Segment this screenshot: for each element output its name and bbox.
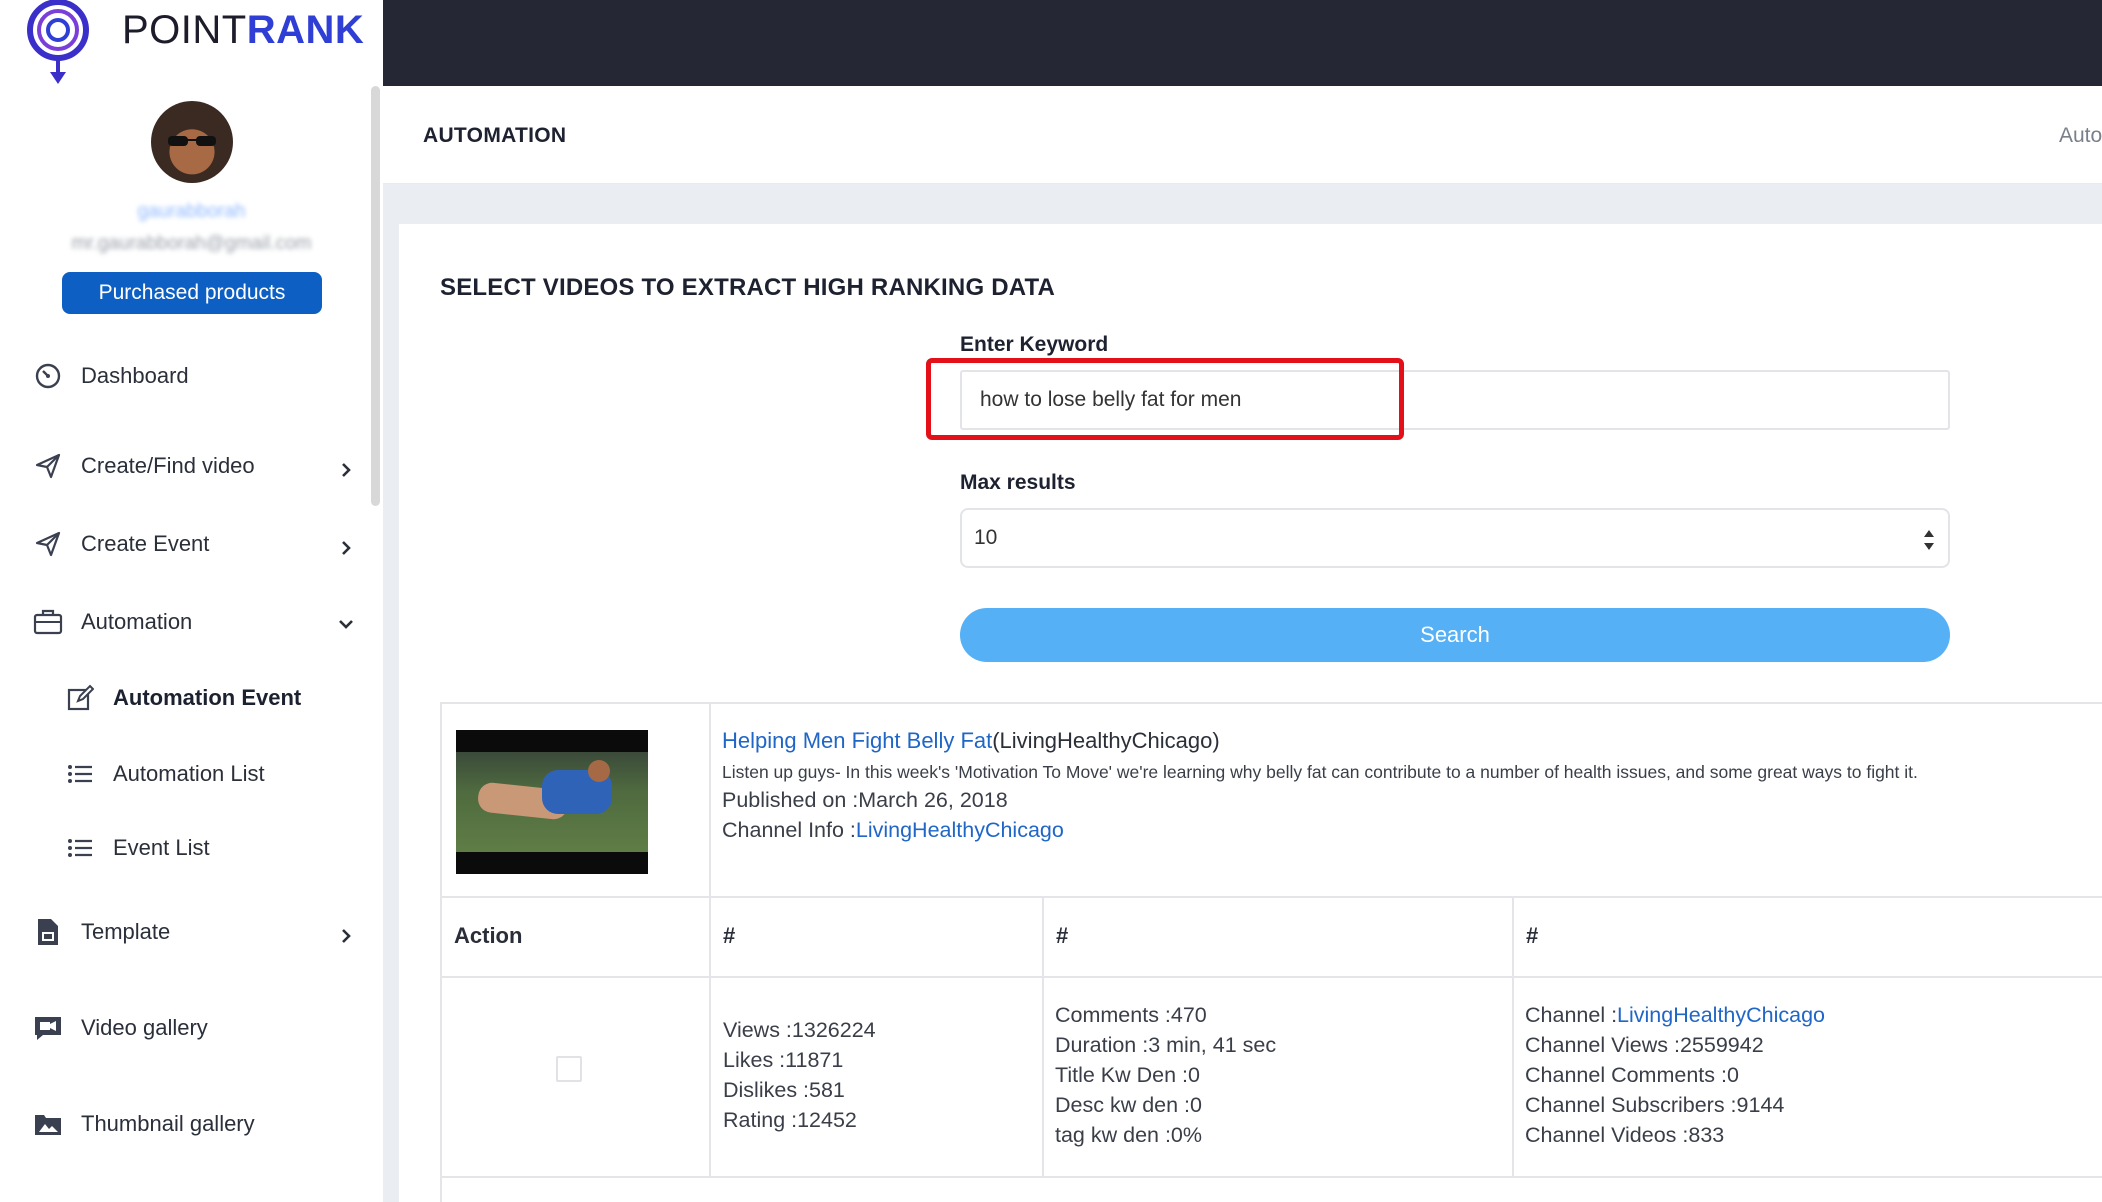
sidebar-item-label: Video gallery — [81, 1015, 208, 1040]
sidebar-item-label: Thumbnail gallery — [81, 1111, 255, 1136]
file-icon — [33, 917, 63, 947]
stat-duration: Duration :3 min, 41 sec — [1055, 1033, 1277, 1057]
keyword-label: Enter Keyword — [960, 333, 1109, 356]
section-title: SELECT VIDEOS TO EXTRACT HIGH RANKING DA… — [440, 274, 1056, 301]
sidebar-item-thumbnail-gallery[interactable]: Thumbnail gallery — [0, 1100, 370, 1148]
stat-channel-comments: Channel Comments :0 — [1525, 1063, 1739, 1087]
video-description: Listen up guys- In this week's 'Motivati… — [722, 762, 1918, 782]
sidebar-item-label: Automation Event — [113, 685, 302, 710]
table-header: # — [1514, 898, 2102, 978]
thumbnail-cell — [442, 704, 711, 898]
video-stats: Views :1326224 Likes :11871 Dislikes :58… — [723, 1015, 876, 1135]
send-icon — [33, 451, 63, 481]
sidebar-item-label: Create Event — [81, 531, 210, 556]
video-title: Helping Men Fight Belly Fat(LivingHealth… — [722, 728, 1220, 754]
stat-channel-videos: Channel Videos :833 — [1525, 1123, 1725, 1147]
send-icon — [33, 529, 63, 559]
sidebar-item-automation[interactable]: Automation — [0, 598, 370, 646]
table-header-action: Action — [442, 898, 711, 978]
sidebar: POINTRANK gaurabborah mr.gaurabborah@gma… — [0, 0, 383, 1202]
video-thumbnail[interactable] — [456, 730, 648, 874]
sidebar-item-label: Dashboard — [81, 363, 189, 388]
sidebar-item-dashboard[interactable]: Dashboard — [0, 352, 370, 400]
avatar[interactable] — [151, 101, 233, 183]
dashboard-icon — [33, 361, 63, 391]
table-header: # — [711, 898, 1044, 978]
pointrank-logo-icon — [24, 0, 90, 86]
list-icon — [65, 833, 95, 863]
channel-stats: Channel :LivingHealthyChicago Channel Vi… — [1525, 1000, 1825, 1150]
purchased-products-button[interactable]: Purchased products — [62, 272, 322, 314]
sidebar-item-event-list[interactable]: Event List — [0, 824, 370, 872]
video-icon — [33, 1013, 63, 1043]
sidebar-item-video-gallery[interactable]: Video gallery — [0, 1004, 370, 1052]
video-title-channel: (LivingHealthyChicago) — [992, 728, 1220, 753]
sidebar-item-label: Automation — [81, 609, 193, 634]
chevron-right-icon — [336, 926, 356, 946]
list-icon — [65, 759, 95, 789]
sidebar-item-label: Event List — [113, 835, 210, 860]
select-video-checkbox[interactable] — [556, 1056, 582, 1082]
select-arrows-icon — [1924, 530, 1934, 550]
stat-channel: Channel :LivingHealthyChicago — [1525, 1000, 1825, 1030]
channel-link[interactable]: LivingHealthyChicago — [1617, 1003, 1825, 1027]
user-email: mr.gaurabborah@gmail.com — [71, 233, 312, 254]
stat-views: Views :1326224 — [723, 1018, 876, 1042]
sidebar-item-label: Template — [81, 919, 171, 944]
channel-label: Channel : — [1525, 1003, 1618, 1027]
keyword-input[interactable] — [960, 370, 1950, 430]
glasses-icon — [168, 136, 216, 146]
sidebar-item-automation-event[interactable]: Automation Event — [0, 674, 370, 722]
stat-rating: Rating :12452 — [723, 1108, 857, 1132]
user-name: gaurabborah — [137, 201, 246, 222]
page-header: AUTOMATION Auto — [383, 86, 2102, 184]
chevron-right-icon — [336, 538, 356, 558]
stat-title-kw-den: Title Kw Den :0 — [1055, 1063, 1200, 1087]
channel-info: Channel Info :LivingHealthyChicago — [722, 818, 1064, 843]
breadcrumb[interactable]: Auto — [2059, 124, 2102, 148]
sidebar-item-label: Create/Find video — [81, 453, 255, 478]
channel-info-link[interactable]: LivingHealthyChicago — [856, 818, 1064, 842]
stat-dislikes: Dislikes :581 — [723, 1078, 845, 1102]
sidebar-scrollbar[interactable] — [371, 86, 380, 506]
sidebar-item-label: Automation List — [113, 761, 265, 786]
stat-comments: Comments :470 — [1055, 1003, 1207, 1027]
table-header: # — [1044, 898, 1514, 978]
stat-channel-views: Channel Views :2559942 — [1525, 1033, 1764, 1057]
briefcase-icon — [33, 607, 63, 637]
page-title: AUTOMATION — [423, 124, 567, 147]
action-cell — [442, 978, 711, 1178]
sidebar-item-template[interactable]: Template — [0, 908, 370, 956]
sidebar-item-create-find-video[interactable]: Create/Find video — [0, 442, 370, 490]
search-button[interactable]: Search — [960, 608, 1950, 662]
channel-info-label: Channel Info : — [722, 818, 856, 842]
stat-tag-kw-den: tag kw den :0% — [1055, 1123, 1203, 1147]
max-results-select[interactable]: 10 — [960, 508, 1950, 568]
sidebar-item-create-event[interactable]: Create Event — [0, 520, 370, 568]
video-title-link[interactable]: Helping Men Fight Belly Fat — [722, 728, 992, 753]
edit-icon — [65, 683, 95, 713]
stat-desc-kw-den: Desc kw den :0 — [1055, 1093, 1202, 1117]
sidebar-item-automation-list[interactable]: Automation List — [0, 750, 370, 798]
max-results-value: 10 — [974, 526, 998, 549]
video-keyword-stats: Comments :470 Duration :3 min, 41 sec Ti… — [1055, 1000, 1276, 1150]
published-date: Published on :March 26, 2018 — [722, 788, 1008, 812]
brand-name: POINTRANK — [122, 8, 365, 52]
logo[interactable]: POINTRANK — [24, 0, 364, 86]
max-results-label: Max results — [960, 471, 1076, 494]
stat-likes: Likes :11871 — [723, 1048, 844, 1072]
image-icon — [33, 1109, 63, 1139]
chevron-right-icon — [336, 460, 356, 480]
chevron-down-icon — [336, 614, 356, 634]
stat-channel-subscribers: Channel Subscribers :9144 — [1525, 1093, 1785, 1117]
topbar — [383, 0, 2102, 86]
